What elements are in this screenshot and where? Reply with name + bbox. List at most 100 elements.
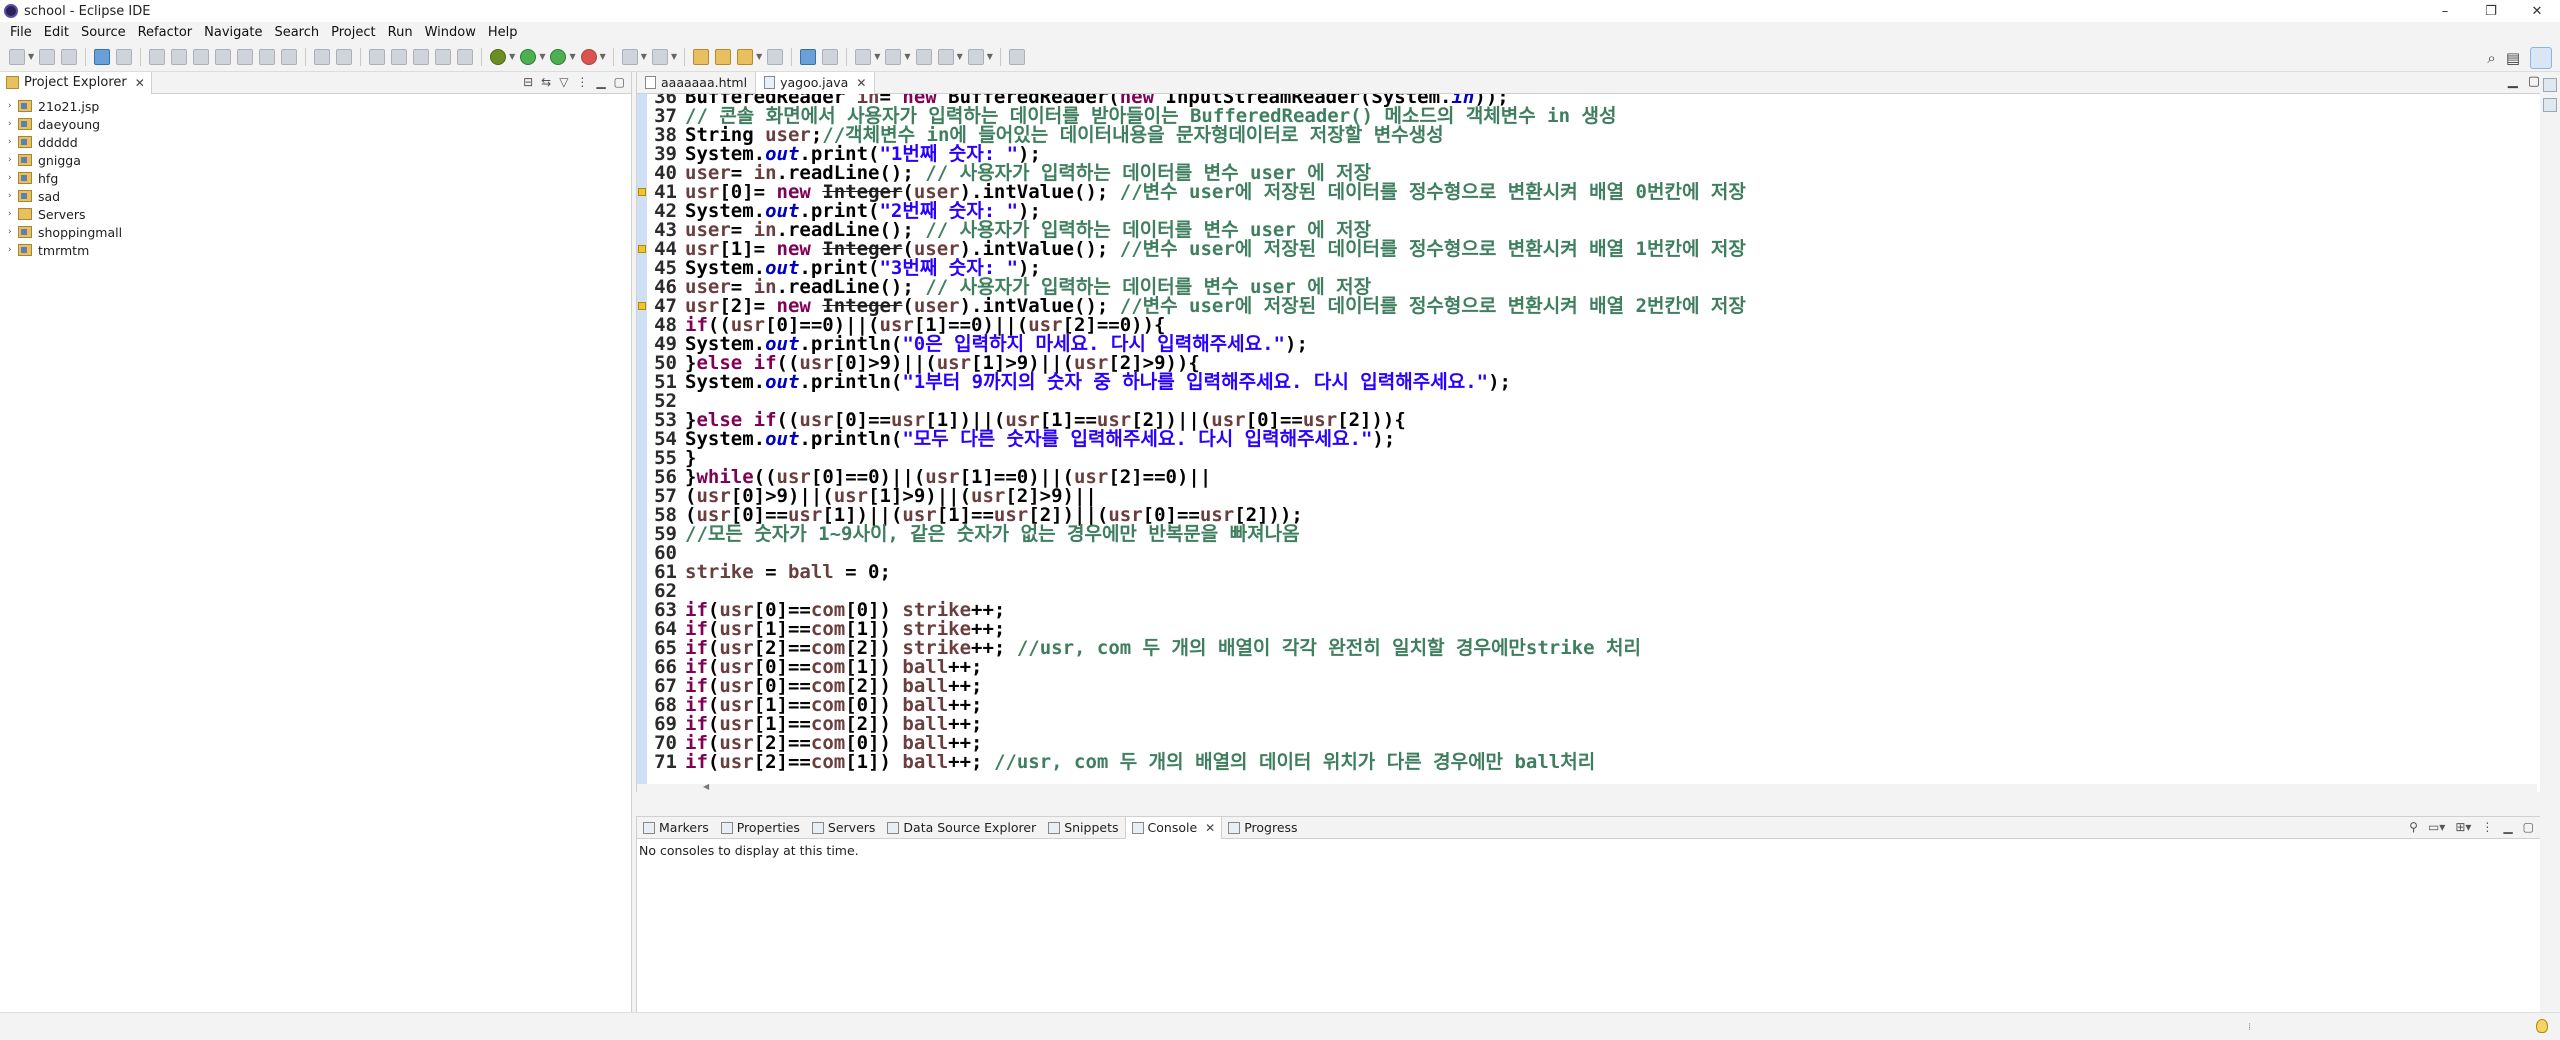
view-menu-icon[interactable]: ⋮ [2481,820,2493,834]
tree-item[interactable]: › Servers [0,205,631,223]
code-line[interactable]: 61 strike = ball = 0; [649,563,1746,582]
menu-navigate[interactable]: Navigate [204,25,262,40]
warning-icon[interactable] [637,242,647,256]
save-all-icon[interactable] [61,48,78,65]
tab-servers[interactable]: Servers [806,817,882,839]
back-dropdown-icon[interactable]: ▼ [957,52,963,61]
collapse-all-icon[interactable]: ⊟ [523,75,533,89]
save-icon[interactable] [39,48,56,65]
terminate-icon[interactable] [193,48,210,65]
restore-button[interactable]: ❐ [2468,0,2514,22]
new-java-class-dropdown-icon[interactable]: ▼ [671,52,677,61]
external-tools-dropdown-icon[interactable]: ▼ [600,52,606,61]
chevron-right-icon[interactable]: › [8,173,18,183]
task-list-icon[interactable] [2543,98,2557,112]
menu-source[interactable]: Source [81,25,126,40]
tree-item[interactable]: › tmrmtm [0,241,631,259]
maximize-view-icon[interactable]: ▢ [2523,820,2534,834]
external-tools-icon[interactable] [580,48,597,65]
debug-dropdown-icon[interactable]: ▼ [509,52,515,61]
menu-file[interactable]: File [10,25,32,40]
menu-help[interactable]: Help [488,25,518,40]
display-console-icon[interactable]: ▭▾ [2428,820,2445,834]
toggle-mark-icon[interactable] [369,48,386,65]
chevron-right-icon[interactable]: › [8,209,18,219]
pin-icon[interactable] [413,48,430,65]
step-over-icon[interactable] [259,48,276,65]
whitespace-icon[interactable] [457,48,474,65]
scroll-left-icon[interactable]: ◀ [703,782,709,791]
step-return-icon[interactable] [281,48,298,65]
next-annotation-dropdown-icon[interactable]: ▼ [874,52,880,61]
editor-tab-html[interactable]: aaaaaaa.html [637,71,757,94]
chevron-right-icon[interactable]: › [8,245,18,255]
search-dropdown-icon[interactable]: ▼ [756,52,762,61]
tree-item[interactable]: › shoppingmall [0,223,631,241]
warning-icon[interactable] [637,299,647,313]
chevron-right-icon[interactable]: › [8,227,18,237]
menu-window[interactable]: Window [425,25,476,40]
forward-dropdown-icon[interactable]: ▼ [987,52,993,61]
open-console-icon[interactable]: ⊞▾ [2455,820,2471,834]
tab-console[interactable]: Console ✕ [1124,816,1223,839]
menu-search[interactable]: Search [274,25,319,40]
close-tab-icon[interactable]: ✕ [1205,821,1215,835]
minimize-view-icon[interactable]: ▁ [596,75,605,89]
close-tab-icon[interactable]: ✕ [135,76,145,90]
code-line[interactable]: 54 System. out .println("모두 다른 숫자를 입력해주세요. … [649,430,1746,449]
chevron-right-icon[interactable]: › [8,191,18,201]
new-java-class-icon[interactable] [651,48,668,65]
close-window-button[interactable]: ✕ [2514,0,2560,22]
outline-view-icon[interactable] [2543,78,2557,92]
tab-markers[interactable]: Markers [637,817,715,839]
code-lines[interactable]: 36 BufferedReader in = new BufferedReader(… [649,94,1746,772]
tree-item[interactable]: › hfg [0,169,631,187]
disconnect-icon[interactable] [215,48,232,65]
close-tab-icon[interactable]: ✕ [856,76,866,90]
chevron-right-icon[interactable]: › [8,137,18,147]
search-file-icon[interactable] [737,48,754,65]
maximize-editor-icon[interactable]: ▢ [2528,74,2540,89]
step-into-icon[interactable] [237,48,254,65]
code-area[interactable]: 36 BufferedReader in = new BufferedReader(… [637,94,2525,784]
coverage-dropdown-icon[interactable]: ▼ [569,52,575,61]
run-icon[interactable] [520,48,537,65]
run-dropdown-icon[interactable]: ▼ [539,52,545,61]
tab-data-source-explorer[interactable]: Data Source Explorer [881,817,1042,839]
new-icon[interactable] [9,48,25,65]
code-line[interactable]: 59//모든 숫자가 1~9사이, 같은 숫자가 없는 경우에만 반복문을 빠져… [649,525,1746,544]
previous-annotation-dropdown-icon[interactable]: ▼ [904,52,910,61]
link-with-editor-icon[interactable]: ⇆ [541,75,551,89]
project-explorer-tab[interactable]: Project Explorer ✕ [0,71,152,94]
open-folder-icon[interactable] [693,48,710,65]
minimize-button[interactable]: – [2422,0,2468,22]
forward-icon[interactable] [967,48,984,65]
previous-annotation-icon[interactable] [885,48,902,65]
tree-item[interactable]: › 21o21.jsp [0,97,631,115]
lightbulb-icon[interactable] [2536,1019,2548,1033]
new-server-dropdown-icon[interactable]: ▼ [641,52,647,61]
menu-run[interactable]: Run [388,25,413,40]
menu-refactor[interactable]: Refactor [138,25,193,40]
open-task-icon[interactable] [336,48,353,65]
search-icon[interactable]: ⌕ [2487,49,2495,67]
view-menu-icon[interactable]: ⋮ [576,75,588,89]
minimize-view-icon[interactable]: ▁ [2503,820,2512,834]
tree-item[interactable]: › gnigga [0,151,631,169]
editor-horizontal-scrollbar[interactable]: ◀ [637,782,2537,792]
terminal-icon[interactable] [94,48,111,65]
new-dropdown-icon[interactable]: ▼ [28,52,34,61]
menu-project[interactable]: Project [331,25,375,40]
menu-edit[interactable]: Edit [44,25,69,40]
tree-item[interactable]: › sad [0,187,631,205]
resume-icon[interactable] [149,48,166,65]
tree-item[interactable]: › daeyoung [0,115,631,133]
open-perspective-icon[interactable]: ▤ [2506,49,2520,67]
chevron-right-icon[interactable]: › [8,101,18,111]
java-ee-perspective-icon[interactable] [2530,47,2552,69]
filter-icon[interactable]: ▽ [559,75,568,89]
tab-snippets[interactable]: Snippets [1042,817,1124,839]
chevron-right-icon[interactable]: › [8,119,18,129]
skip-breakpoints-icon[interactable] [116,48,133,65]
browser-icon[interactable] [822,48,839,65]
